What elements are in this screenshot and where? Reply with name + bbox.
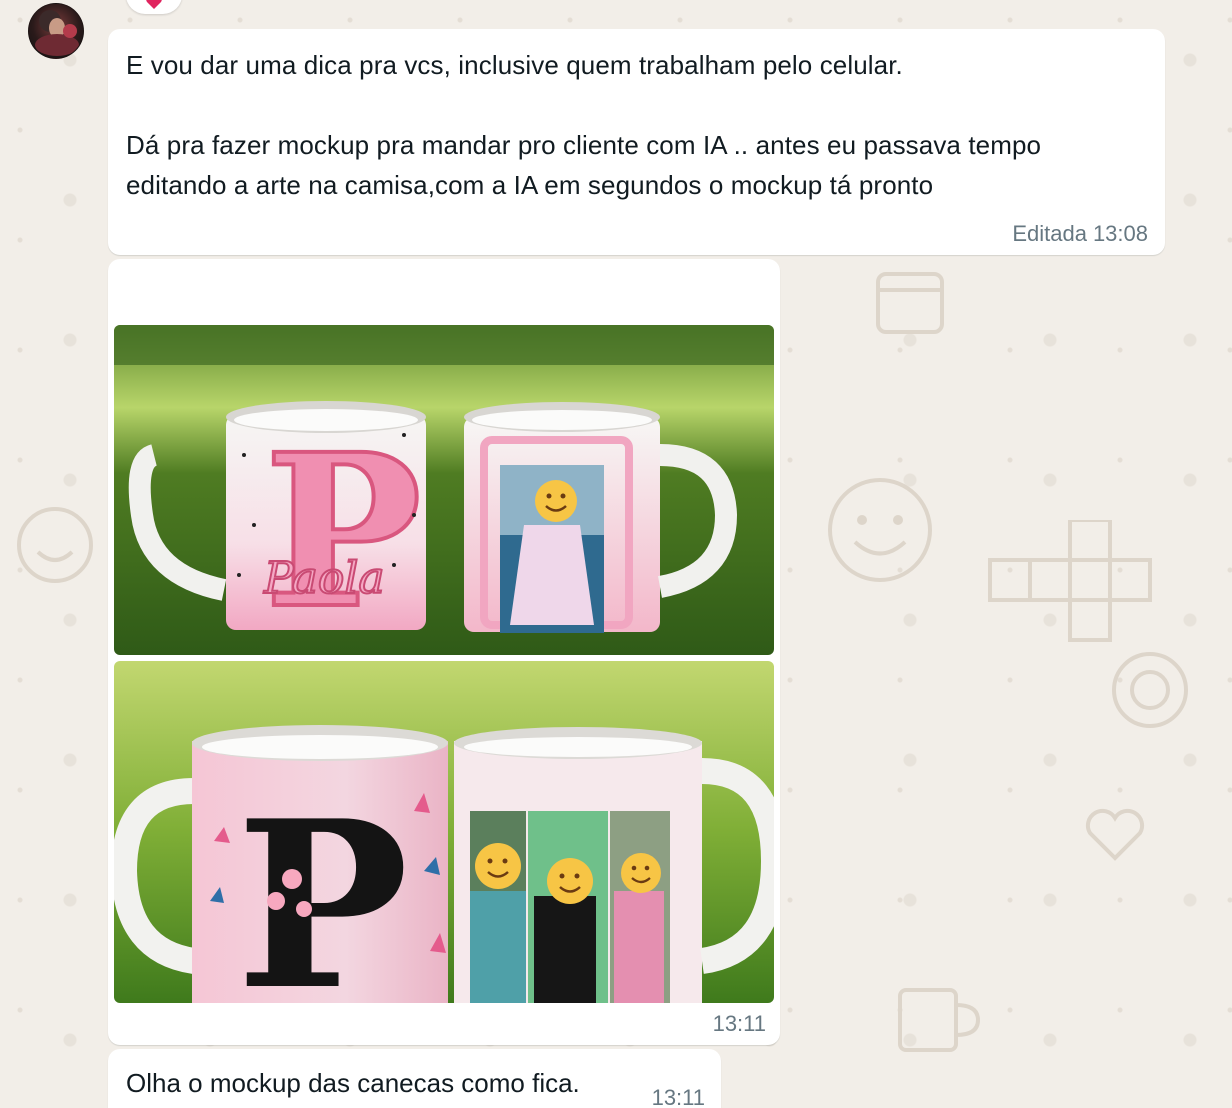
wallpaper-doodle-calendar-icon xyxy=(870,260,950,340)
message-time: 13:11 xyxy=(651,1085,705,1108)
wallpaper-doodle-grid-icon xyxy=(980,520,1180,660)
message-bubble[interactable]: Olha o mockup das canecas como fica. 13:… xyxy=(108,1049,721,1108)
message-text: E vou dar uma dica pra vcs, inclusive qu… xyxy=(126,50,1042,200)
wallpaper-doodle-smile-icon xyxy=(820,470,940,590)
mug-photo-2[interactable]: P xyxy=(114,661,774,1003)
wallpaper-doodle-mug-icon xyxy=(880,960,990,1070)
message-time: 13:08 xyxy=(1092,221,1148,246)
wallpaper-doodle-face-icon xyxy=(10,500,100,590)
reaction-chip[interactable] xyxy=(126,0,182,14)
sender-avatar[interactable] xyxy=(28,3,84,59)
edited-label: Editada xyxy=(1012,221,1087,246)
mug-name-text: Paola xyxy=(263,553,385,604)
message-time: 13:11 xyxy=(712,1011,766,1036)
message-text: Olha o mockup das canecas como fica. xyxy=(126,1068,580,1098)
wallpaper-doodle-heart-icon xyxy=(1080,800,1150,870)
svg-text:P: P xyxy=(264,408,422,655)
wallpaper-doodle-camera-icon xyxy=(1100,640,1200,740)
heart-icon xyxy=(146,0,162,9)
message-meta: Editada 13:08 xyxy=(1012,221,1148,247)
image-message-bubble[interactable]: P Paola P 13:11 xyxy=(108,259,780,1045)
mug-photo-1[interactable]: P Paola xyxy=(114,325,774,655)
message-bubble[interactable]: E vou dar uma dica pra vcs, inclusive qu… xyxy=(108,29,1165,255)
svg-text:P: P xyxy=(236,771,409,1003)
